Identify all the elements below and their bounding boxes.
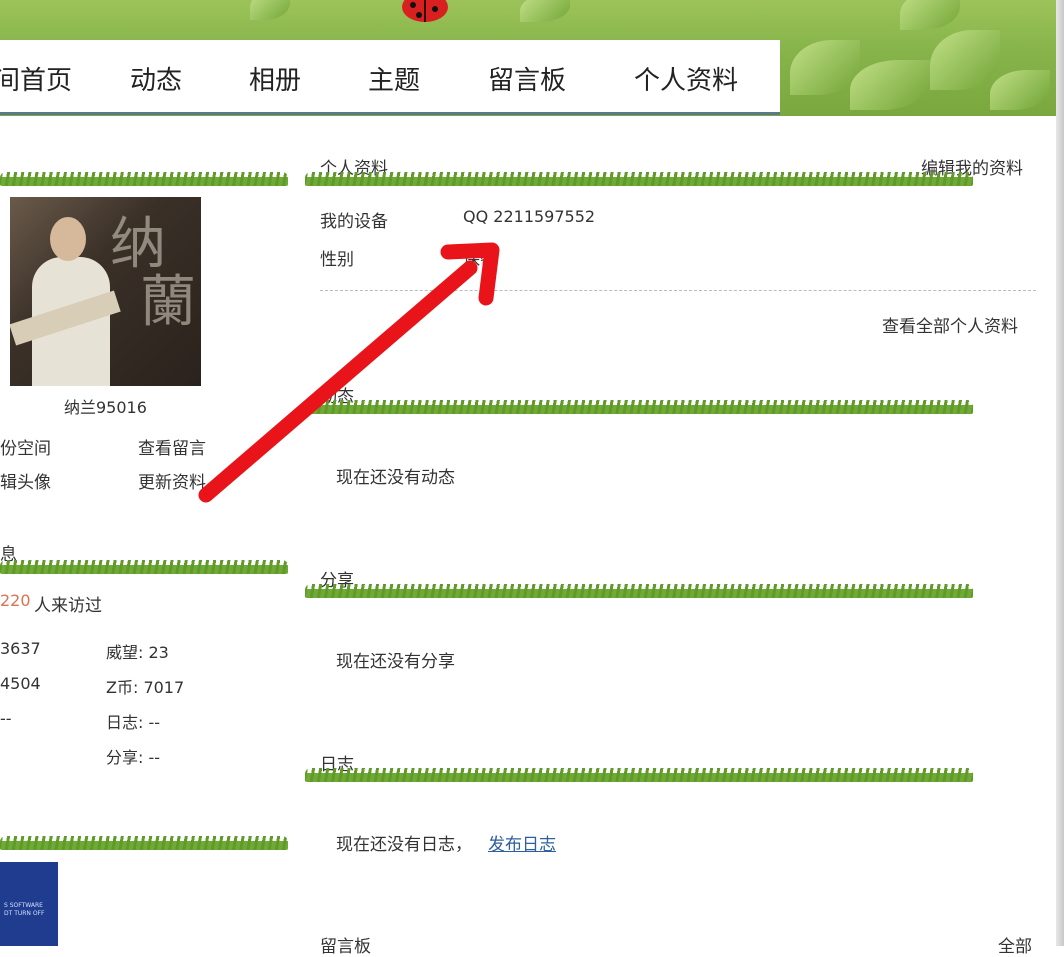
stat-coins: Z币: 7017	[106, 678, 185, 697]
leaf-decoration	[930, 30, 1000, 90]
grass-divider	[305, 172, 973, 186]
link-view-messages[interactable]: 查看留言	[138, 434, 206, 459]
leaf-decoration	[990, 70, 1050, 110]
gender-value: 保密	[463, 250, 497, 270]
nav-item-dynamics[interactable]: 动态	[130, 60, 182, 97]
grass-divider	[305, 768, 973, 782]
nav-item-profile[interactable]: 个人资料	[634, 60, 738, 97]
avatar-calligraphy: 蘭	[140, 270, 196, 335]
log-empty-text: 现在还没有日志，	[336, 835, 472, 855]
publish-log-link[interactable]: 发布日志	[488, 830, 556, 855]
share-empty-text: 现在还没有分享	[336, 652, 455, 672]
grass-divider	[305, 584, 973, 598]
stat-value: --	[0, 709, 12, 728]
guestbook-all-link[interactable]: 全部	[998, 932, 1032, 957]
nav-item-home[interactable]: 间首页	[0, 60, 72, 97]
leaf-decoration	[850, 60, 930, 110]
nav-item-topics[interactable]: 主题	[368, 60, 420, 97]
top-nav: 间首页 动态 相册 主题 留言板 个人资料	[0, 40, 780, 115]
leaf-decoration	[250, 0, 290, 20]
stat-value: 4504	[0, 674, 41, 693]
window-edge	[1056, 0, 1064, 946]
device-label: 我的设备	[320, 212, 388, 232]
visitor-count: 220	[0, 591, 31, 610]
thumbnail-text: DT TURN OFF	[4, 910, 45, 917]
grass-divider	[0, 172, 288, 186]
dynamics-empty-text: 现在还没有动态	[336, 468, 455, 488]
grass-divider	[305, 400, 973, 414]
visitor-label: 人来访过	[34, 596, 102, 616]
nav-item-guestbook[interactable]: 留言板	[488, 60, 566, 97]
view-all-profile-link[interactable]: 查看全部个人资料	[882, 312, 1018, 337]
device-value: QQ 2211597552	[463, 207, 596, 226]
avatar[interactable]: 纳 蘭	[10, 197, 201, 386]
grass-divider	[0, 836, 288, 850]
stat-value: 3637	[0, 639, 41, 658]
link-update-profile[interactable]: 更新资料	[138, 468, 206, 493]
link-edit-avatar[interactable]: 辑头像	[0, 468, 51, 493]
nav-item-album[interactable]: 相册	[249, 60, 301, 97]
username: 纳兰95016	[64, 398, 147, 417]
link-my-space[interactable]: 份空间	[0, 434, 51, 459]
ladybug-icon	[402, 0, 448, 22]
album-thumbnail[interactable]: S SOFTWARE DT TURN OFF	[0, 862, 58, 946]
grass-divider	[0, 560, 288, 574]
leaf-decoration	[900, 0, 960, 30]
thumbnail-text: S SOFTWARE	[4, 902, 43, 909]
guestbook-section-title: 留言板	[320, 937, 371, 957]
stat-prestige: 威望: 23	[106, 643, 169, 662]
stat-logs: 日志: --	[106, 713, 161, 732]
stat-shares: 分享: --	[106, 748, 161, 767]
leaf-decoration	[520, 0, 570, 22]
gender-label: 性别	[320, 250, 354, 270]
section-divider	[320, 290, 1036, 291]
